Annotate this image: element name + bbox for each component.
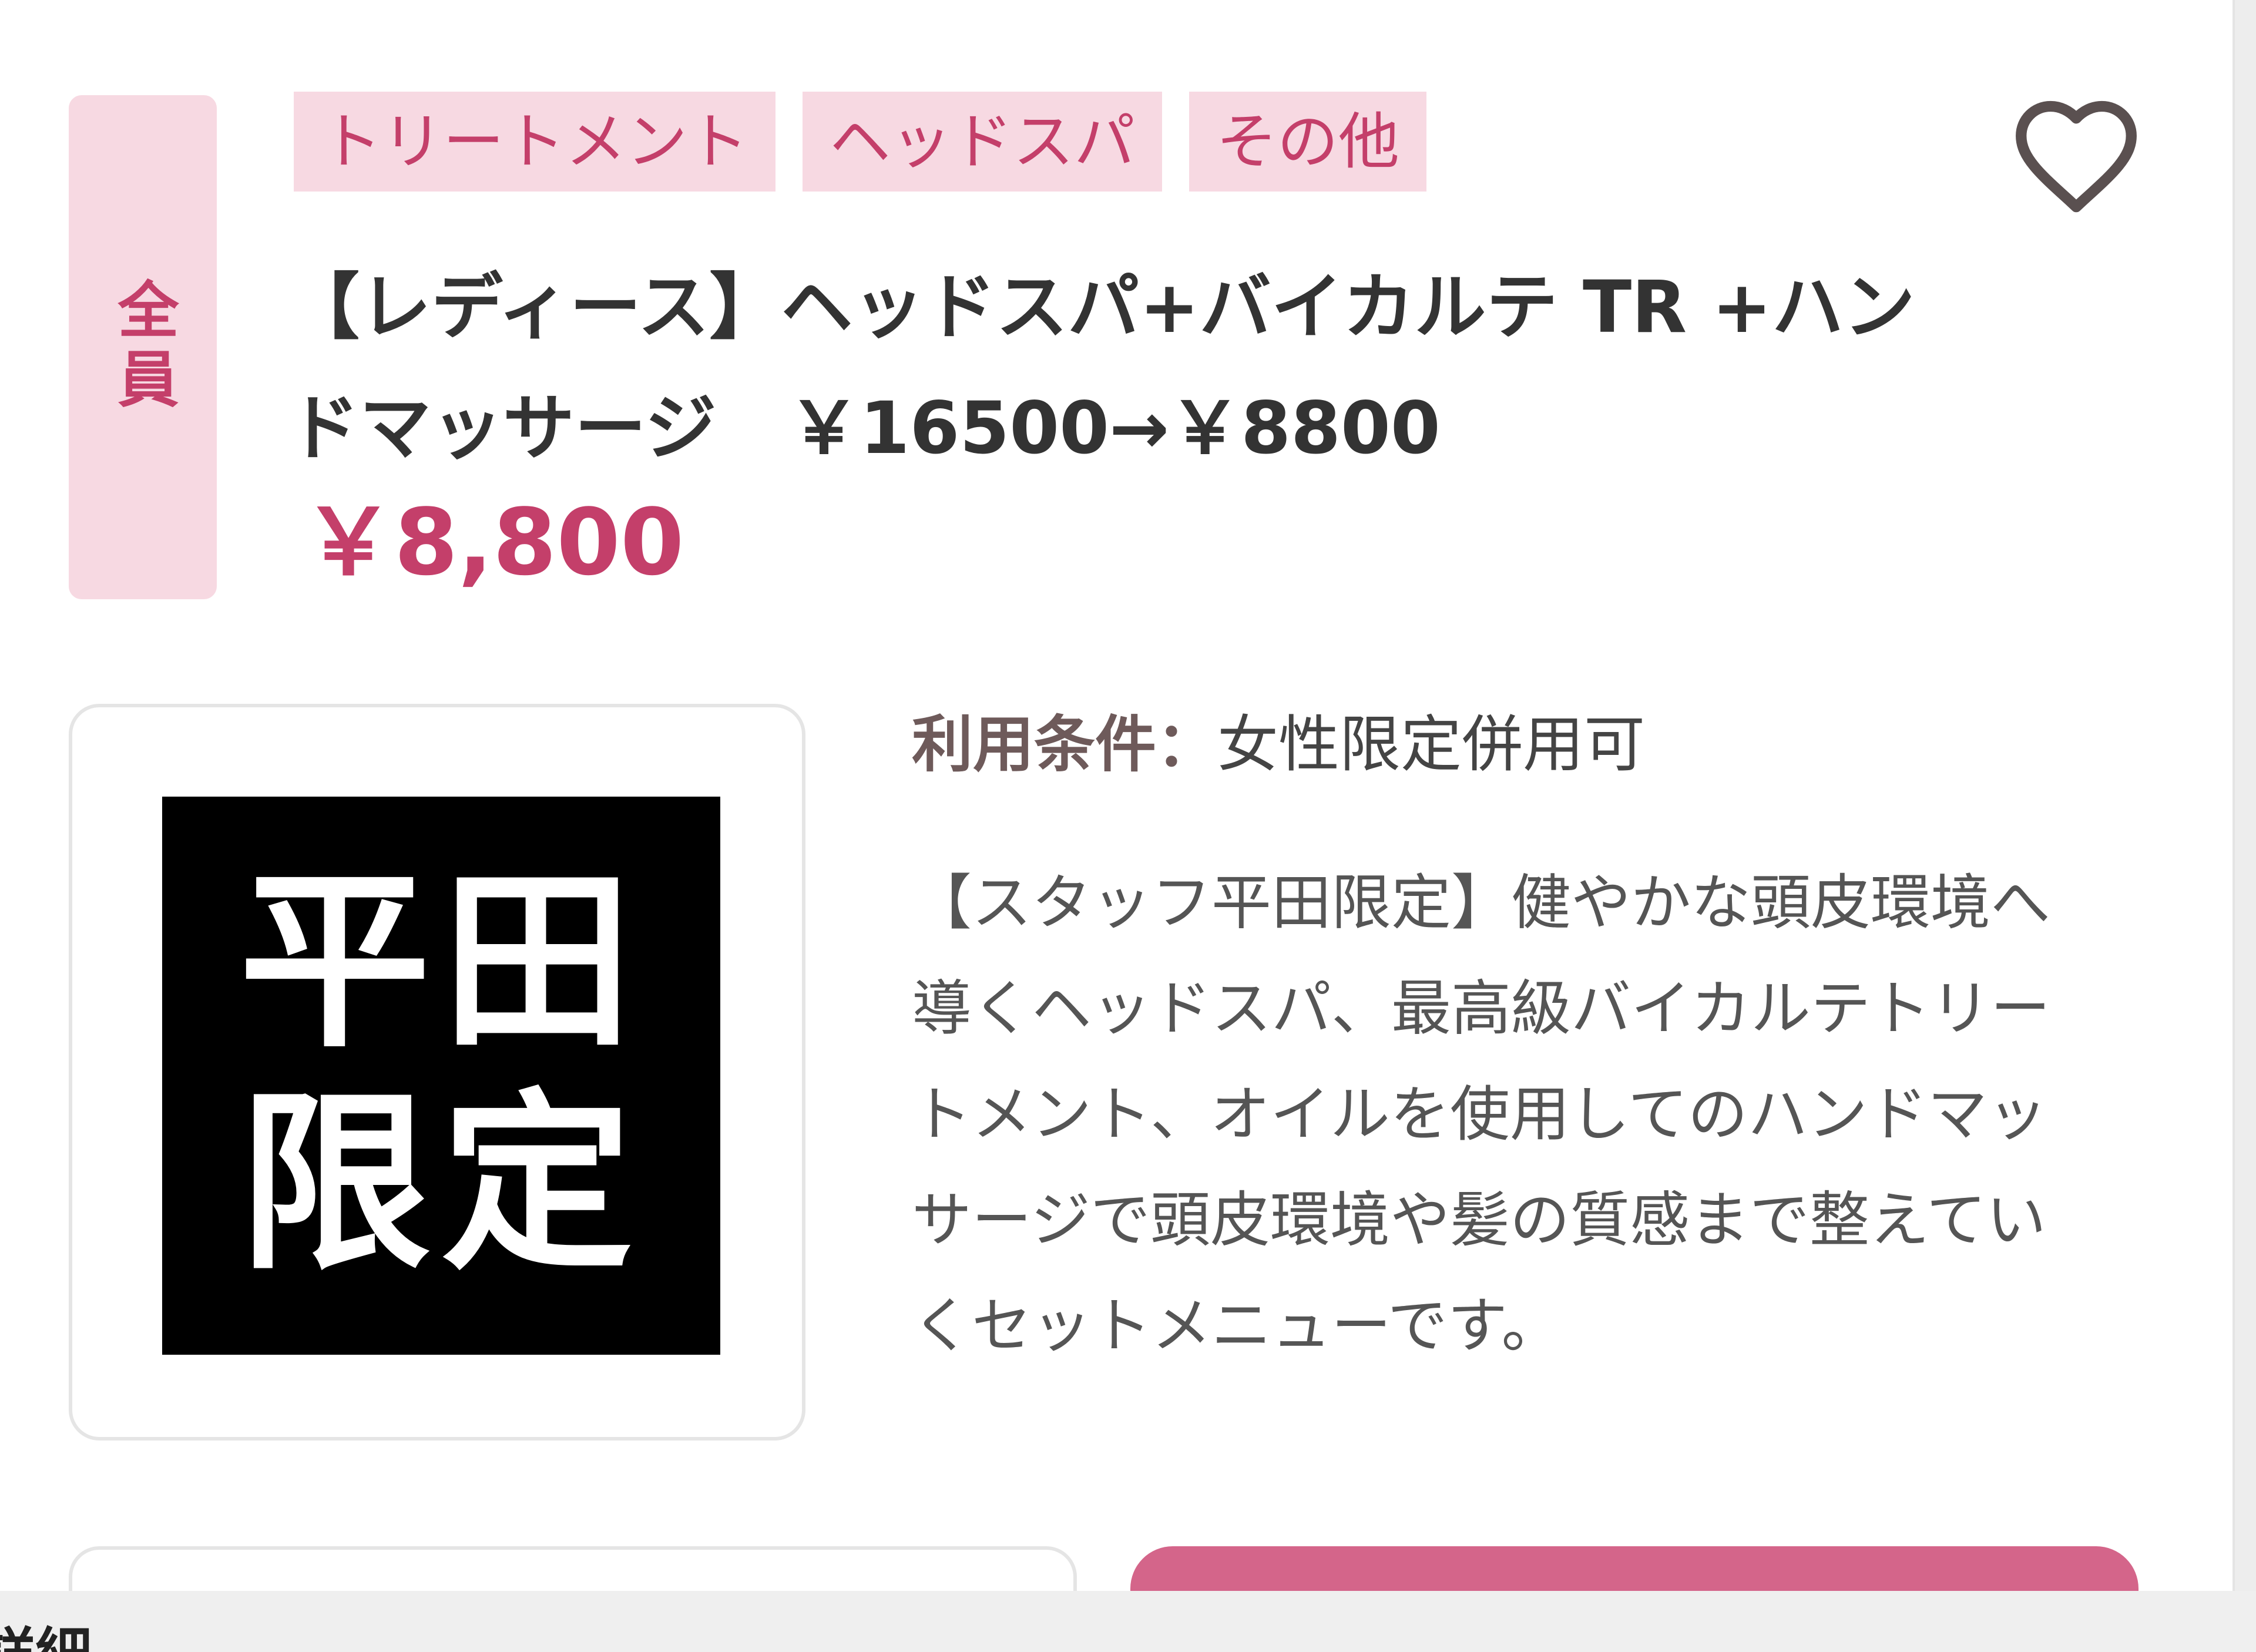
coupon-card: 全員 トリートメント ヘッドスパ その他 【レディース】ヘッドスパ+バイカルテ …: [0, 0, 2235, 1652]
conditions-value: 女性限定併用可: [1217, 709, 1646, 780]
screen: 全員 トリートメント ヘッドスパ その他 【レディース】ヘッドスパ+バイカルテ …: [0, 0, 2256, 1652]
coupon-description: 【スタッフ平田限定】健やかな頭皮環境へ導くヘッドスパ、最高級バイカルテトリートメ…: [912, 868, 2050, 1361]
usage-conditions: 利用条件：女性限定併用可: [912, 703, 1645, 786]
member-badge-label: 全員: [107, 278, 179, 417]
thumbnail-image: 平田 限定: [162, 797, 720, 1355]
thumbnail-text-line-1: 平田: [239, 850, 643, 1073]
coupon-price: ￥8,800: [303, 489, 684, 596]
tag-headspa: ヘッドスパ: [803, 92, 1163, 192]
bottom-bar: 詳細: [0, 1591, 2256, 1652]
heart-icon[interactable]: [2008, 98, 2144, 217]
thumbnail-text-line-2: 限定: [239, 1072, 643, 1295]
category-tags: トリートメント ヘッドスパ その他: [294, 92, 1427, 192]
tag-treatment: トリートメント: [294, 92, 776, 192]
coupon-title[interactable]: 【レディース】ヘッドスパ+バイカルテ TR +ハンドマッサージ ￥16500→￥…: [288, 247, 1933, 489]
coupon-thumbnail[interactable]: 平田 限定: [69, 704, 805, 1441]
member-badge: 全員: [69, 95, 217, 599]
bottom-bar-label: 詳細: [0, 1626, 92, 1652]
conditions-label: 利用条件：: [912, 709, 1218, 780]
tag-other: その他: [1189, 92, 1427, 192]
